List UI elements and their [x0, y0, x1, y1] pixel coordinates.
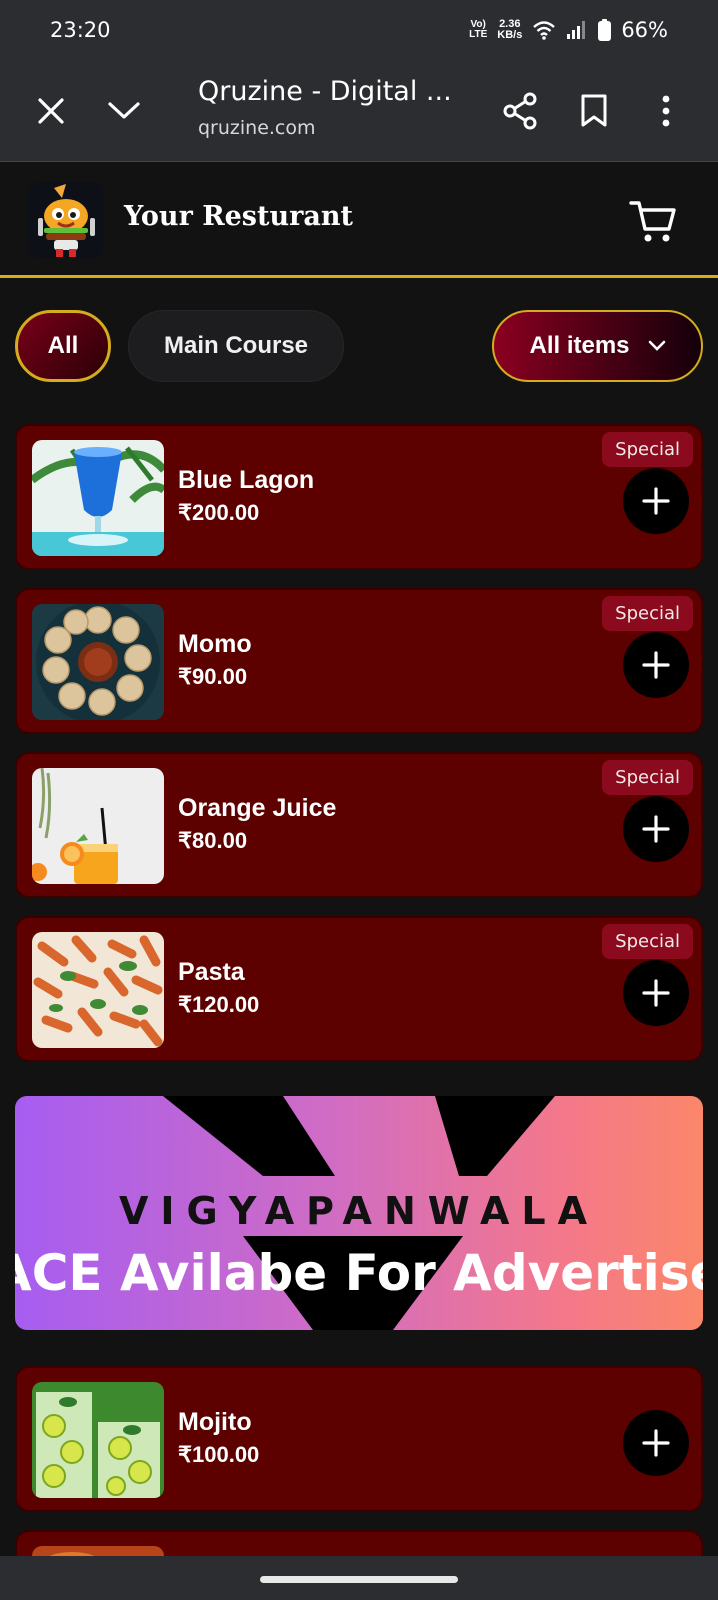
filter-chip-main-course[interactable]: Main Course [128, 310, 344, 382]
item-image [32, 604, 164, 720]
page-title-area[interactable]: Qruzine - Digital ... qruzine.com [198, 76, 452, 139]
item-name: Blue Lagon [178, 466, 315, 494]
item-price: ₹200.00 [178, 500, 260, 525]
item-price: ₹80.00 [178, 828, 248, 853]
more-vert-icon [662, 95, 670, 127]
volte-icon: Vo) LTE [469, 19, 488, 40]
plus-icon [642, 1429, 670, 1457]
share-button[interactable] [494, 85, 546, 137]
items-dropdown[interactable]: All items [492, 310, 703, 382]
signal-icon [567, 21, 586, 39]
ad-brand: VIGYAPANWALA [118, 1189, 599, 1233]
plus-icon [642, 979, 670, 1007]
app-header: Your Resturant [0, 163, 718, 278]
momo-image [32, 604, 164, 720]
restaurant-logo [28, 182, 104, 258]
item-image [32, 768, 164, 884]
special-badge: Special [602, 924, 693, 959]
menu-item-card[interactable]: Blue Lagon ₹200.00 Special [15, 424, 703, 570]
add-to-cart-button[interactable] [623, 632, 689, 698]
add-to-cart-button[interactable] [623, 960, 689, 1026]
plus-icon [642, 487, 670, 515]
item-price: ₹120.00 [178, 992, 260, 1017]
filter-chip-all-label: All [47, 332, 79, 359]
browser-toolbar: Qruzine - Digital ... qruzine.com [0, 60, 718, 162]
orange-juice-image [32, 768, 164, 884]
chevron-down-icon [108, 102, 140, 119]
cart-icon [629, 201, 676, 242]
bookmark-button[interactable] [568, 85, 620, 137]
item-name: Mojito [178, 1408, 252, 1436]
close-icon [38, 98, 64, 124]
more-options-button[interactable] [640, 85, 692, 137]
bookmark-icon [581, 94, 607, 127]
menu-item-card[interactable]: Mojito ₹100.00 [15, 1366, 703, 1512]
battery-percent: 66% [621, 18, 668, 42]
add-to-cart-button[interactable] [623, 468, 689, 534]
advertisement-banner[interactable]: VIGYAPANWALA ACE Avilabe For Advertisem [15, 1096, 703, 1330]
item-price: ₹100.00 [178, 1442, 260, 1467]
net-speed-unit: KB/s [497, 29, 523, 41]
status-time: 23:20 [50, 18, 111, 42]
item-image [32, 932, 164, 1048]
net-speed: 2.36 KB/s [497, 19, 522, 41]
item-image [32, 440, 164, 556]
item-name: Orange Juice [178, 794, 337, 822]
menu-item-card[interactable]: Pasta ₹120.00 Special [15, 916, 703, 1062]
close-button[interactable] [25, 85, 77, 137]
plus-icon [642, 651, 670, 679]
item-name: Pasta [178, 958, 245, 986]
add-to-cart-button[interactable] [623, 1410, 689, 1476]
cart-button[interactable] [628, 195, 680, 247]
menu-item-card[interactable]: Momo ₹90.00 Special [15, 588, 703, 734]
pasta-image [32, 932, 164, 1048]
plus-icon [642, 815, 670, 843]
special-badge: Special [602, 432, 693, 467]
special-badge: Special [602, 596, 693, 631]
blue-lagoon-drink-image [32, 440, 164, 556]
filter-chip-all[interactable]: All [15, 310, 111, 382]
status-icons: Vo) LTE 2.36 KB/s 66% [469, 18, 668, 42]
menu-item-card[interactable]: Orange Juice ₹80.00 Special [15, 752, 703, 898]
status-bar: 23:20 Vo) LTE 2.36 KB/s 66% [0, 0, 718, 60]
page-title: Qruzine - Digital ... [198, 76, 452, 107]
item-name: Momo [178, 630, 252, 658]
special-badge: Special [602, 760, 693, 795]
chevron-down-icon [648, 340, 665, 351]
collapse-button[interactable] [98, 85, 150, 137]
item-image [32, 1382, 164, 1498]
item-price: ₹90.00 [178, 664, 248, 689]
gesture-nav-bar [0, 1556, 718, 1600]
burger-mascot-icon [28, 182, 104, 258]
add-to-cart-button[interactable] [623, 796, 689, 862]
items-dropdown-label: All items [529, 332, 630, 359]
restaurant-name: Your Resturant [124, 201, 353, 232]
battery-icon [598, 19, 612, 41]
ad-tagline: ACE Avilabe For Advertisem [15, 1244, 703, 1302]
home-indicator[interactable] [260, 1576, 458, 1583]
wifi-icon [533, 21, 556, 40]
filter-chip-main-course-label: Main Course [163, 332, 309, 359]
page-url: qruzine.com [198, 117, 316, 139]
category-filters: All Main Course All items [0, 310, 718, 382]
mojito-image [32, 1382, 164, 1498]
share-icon [503, 92, 537, 130]
